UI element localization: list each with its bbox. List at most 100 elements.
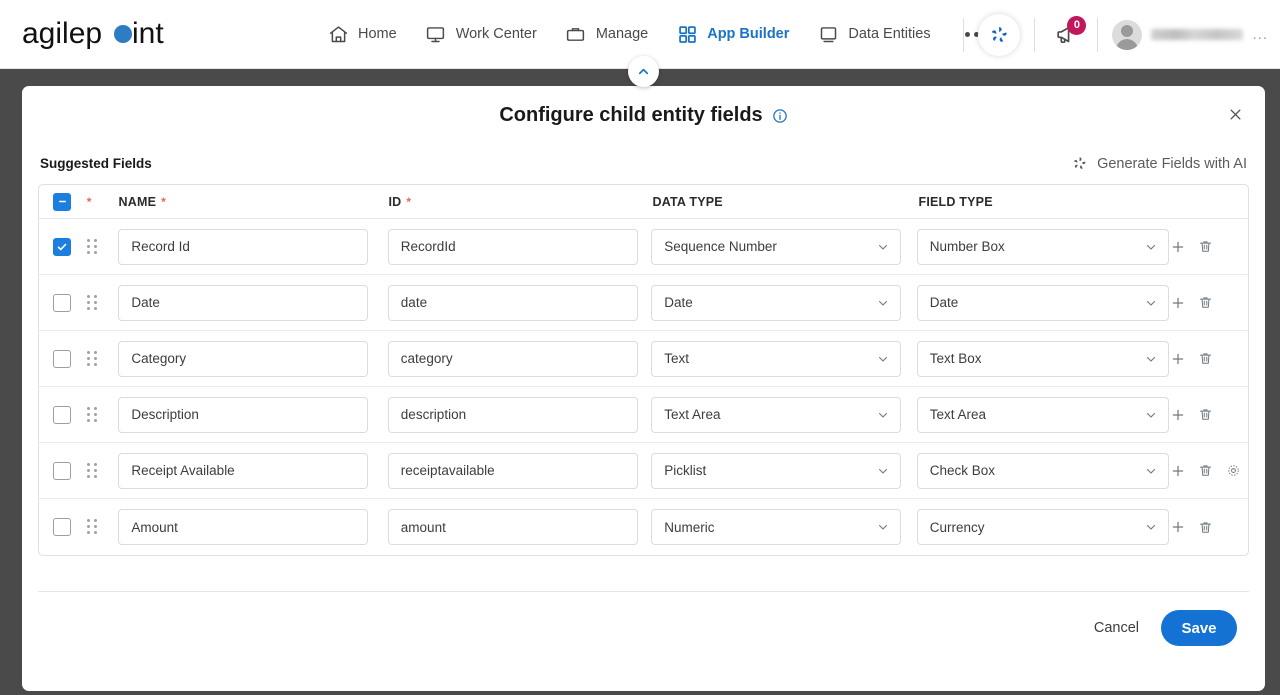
- field-type-select[interactable]: Text Box: [916, 340, 1169, 377]
- table-row: Picklist Check Box: [39, 443, 1248, 499]
- field-type-value: Currency: [929, 519, 985, 535]
- cancel-button[interactable]: Cancel: [1094, 620, 1139, 636]
- generate-fields-with-ai-label: Generate Fields with AI: [1097, 155, 1247, 172]
- row-select-checkbox[interactable]: [53, 349, 71, 368]
- plus-icon[interactable]: [1169, 238, 1187, 256]
- row-select-checkbox[interactable]: [53, 237, 71, 256]
- nav-item-work-center[interactable]: Work Center: [425, 23, 537, 45]
- nav-item-manage[interactable]: Manage: [565, 23, 648, 45]
- trash-icon[interactable]: [1197, 518, 1215, 536]
- header-field-type: FIELD TYPE: [918, 194, 993, 209]
- row-select-cell: [53, 349, 87, 368]
- trash-icon[interactable]: [1197, 406, 1215, 424]
- user-menu[interactable]: ...: [1112, 19, 1272, 50]
- plus-icon[interactable]: [1169, 294, 1187, 312]
- suggested-fields-label: Suggested Fields: [40, 156, 152, 171]
- row-name-cell: [118, 452, 387, 489]
- plus-icon[interactable]: [1169, 462, 1187, 480]
- field-type-select[interactable]: Currency: [916, 509, 1169, 545]
- plus-icon[interactable]: [1169, 406, 1187, 424]
- nav-divider-2: [1034, 17, 1036, 52]
- svg-text:int: int: [132, 17, 164, 50]
- trash-icon[interactable]: [1197, 350, 1215, 368]
- ai-pinwheel-icon: [1074, 157, 1086, 169]
- row-actions-cell: [1169, 462, 1248, 480]
- notifications-button[interactable]: 0: [1049, 15, 1087, 52]
- field-id-input[interactable]: [387, 509, 638, 545]
- nav-item-data-entities[interactable]: Data Entities: [817, 23, 931, 45]
- agilepoint-logo[interactable]: agilep int: [22, 14, 172, 54]
- nav-item-home[interactable]: Home: [327, 23, 397, 45]
- data-type-select[interactable]: Sequence Number: [651, 228, 902, 265]
- header-name-required: *: [161, 194, 166, 209]
- row-select-cell: [53, 293, 87, 312]
- drag-handle-icon[interactable]: [86, 238, 101, 255]
- row-data-type-cell: Text Area: [651, 396, 916, 433]
- fields-table: * NAME * ID * DATA TYPE FIELD TYPE Seque…: [38, 184, 1249, 556]
- row-data-type-cell: Text: [651, 340, 916, 377]
- trash-icon[interactable]: [1197, 462, 1215, 480]
- row-actions-cell: [1169, 238, 1248, 256]
- field-name-input[interactable]: [118, 228, 369, 265]
- field-name-input[interactable]: [118, 396, 369, 433]
- table-row: Text Text Box: [39, 331, 1248, 387]
- field-name-input[interactable]: [118, 509, 369, 545]
- field-id-input[interactable]: [387, 340, 638, 377]
- row-select-checkbox[interactable]: [53, 518, 71, 536]
- row-actions-cell: [1169, 518, 1248, 536]
- field-name-input[interactable]: [118, 452, 369, 489]
- ai-assistant-button[interactable]: [978, 13, 1021, 56]
- field-id-input[interactable]: [387, 452, 638, 489]
- trash-icon[interactable]: [1197, 294, 1215, 312]
- save-button[interactable]: Save: [1161, 610, 1237, 646]
- table-header-row: * NAME * ID * DATA TYPE FIELD TYPE: [39, 185, 1248, 219]
- data-type-select[interactable]: Text: [651, 340, 902, 377]
- info-icon[interactable]: [772, 108, 788, 124]
- gear-icon[interactable]: [1225, 462, 1243, 480]
- home-icon: [327, 23, 349, 45]
- field-id-input[interactable]: [387, 284, 638, 321]
- collapse-toggle-button[interactable]: [628, 56, 659, 87]
- field-type-value: Text Area: [929, 407, 987, 422]
- select-all-checkbox[interactable]: [53, 192, 71, 211]
- field-type-select[interactable]: Text Area: [916, 396, 1169, 433]
- drag-handle-icon[interactable]: [86, 294, 101, 311]
- trash-icon[interactable]: [1197, 238, 1215, 256]
- row-data-type-cell: Sequence Number: [651, 228, 916, 265]
- row-name-cell: [118, 284, 387, 321]
- dialog-body: Suggested Fields Generate Fields with AI: [22, 155, 1265, 556]
- field-type-select[interactable]: Date: [916, 284, 1169, 321]
- nav-item-app-builder[interactable]: App Builder: [676, 23, 789, 45]
- nav-item-manage-label: Manage: [595, 25, 649, 42]
- drag-handle-icon[interactable]: [86, 462, 101, 479]
- data-type-select[interactable]: Date: [651, 284, 902, 321]
- row-select-cell: [53, 461, 87, 480]
- field-type-select[interactable]: Number Box: [916, 228, 1169, 265]
- chevron-down-icon: [879, 524, 888, 530]
- row-field-type-cell: Text Area: [916, 396, 1169, 433]
- data-type-select[interactable]: Text Area: [651, 396, 902, 433]
- drag-handle-icon[interactable]: [86, 350, 101, 367]
- drag-handle-icon[interactable]: [86, 406, 101, 423]
- plus-icon[interactable]: [1169, 518, 1187, 536]
- field-id-input[interactable]: [387, 228, 638, 265]
- field-id-input[interactable]: [387, 396, 638, 433]
- row-select-checkbox[interactable]: [53, 461, 71, 480]
- field-name-input[interactable]: [118, 284, 369, 321]
- row-select-cell: [53, 518, 87, 536]
- field-name-input[interactable]: [118, 340, 369, 377]
- plus-icon[interactable]: [1169, 350, 1187, 368]
- select-all-required-marker: *: [86, 194, 92, 209]
- row-select-checkbox[interactable]: [53, 293, 71, 312]
- row-select-cell: [53, 237, 87, 256]
- field-type-select[interactable]: Check Box: [916, 452, 1169, 489]
- row-drag-cell: [86, 462, 119, 479]
- generate-fields-with-ai-button[interactable]: Generate Fields with AI: [1071, 155, 1247, 172]
- table-row: Numeric Currency: [39, 499, 1248, 555]
- close-dialog-button[interactable]: [1223, 102, 1247, 126]
- drag-handle-icon[interactable]: [86, 519, 101, 535]
- chevron-down-icon: [879, 412, 888, 418]
- row-select-checkbox[interactable]: [53, 405, 71, 424]
- data-type-select[interactable]: Picklist: [651, 452, 902, 489]
- data-type-select[interactable]: Numeric: [651, 509, 902, 545]
